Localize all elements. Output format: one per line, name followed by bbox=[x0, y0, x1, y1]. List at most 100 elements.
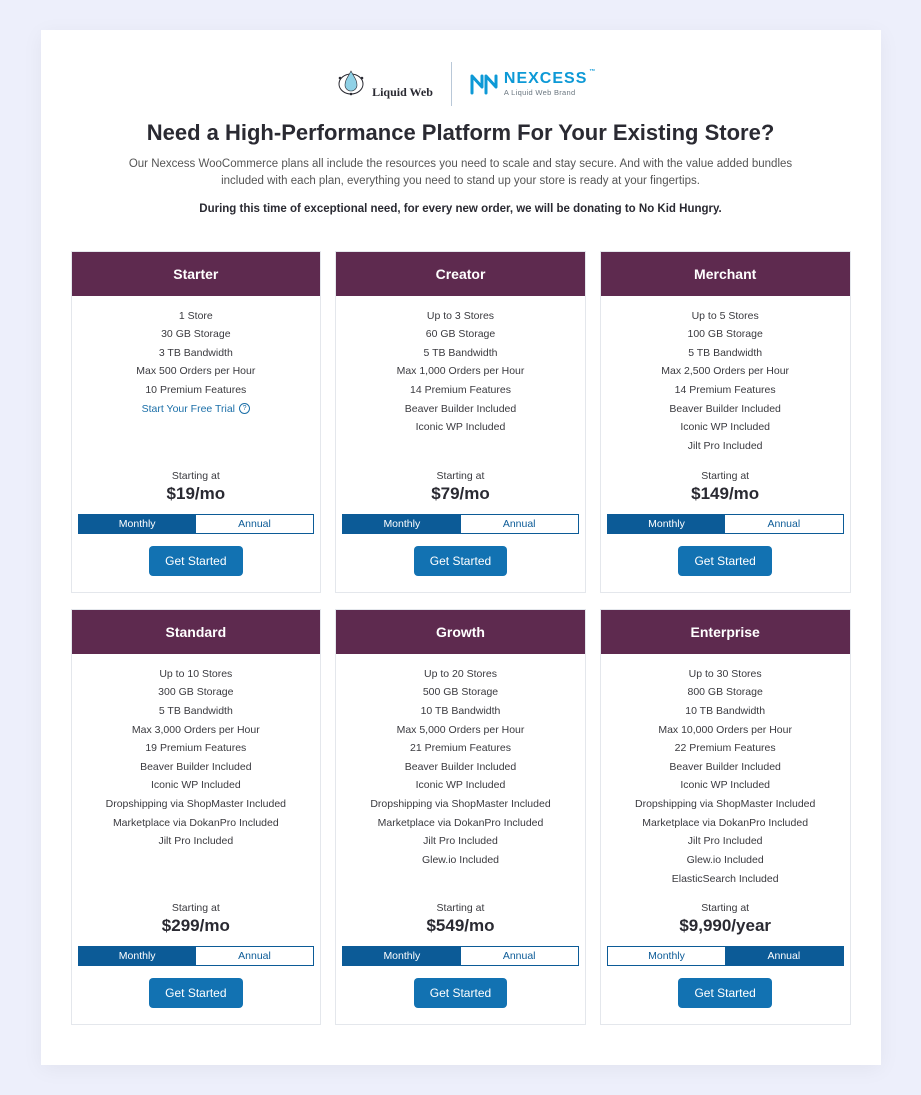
page: Liquid Web NEXCESS™ A Liquid Web Brand N… bbox=[41, 30, 881, 1065]
toggle-monthly[interactable]: Monthly bbox=[608, 515, 725, 533]
feature-item: 5 TB Bandwidth bbox=[78, 705, 315, 719]
feature-item: 22 Premium Features bbox=[607, 742, 844, 756]
toggle-monthly[interactable]: Monthly bbox=[343, 947, 460, 965]
starting-at-label: Starting at bbox=[336, 902, 585, 914]
get-started-button[interactable]: Get Started bbox=[678, 978, 771, 1008]
toggle-annual[interactable]: Annual bbox=[196, 515, 313, 533]
pricing-card: MerchantUp to 5 Stores100 GB Storage5 TB… bbox=[600, 251, 851, 593]
feature-item: Beaver Builder Included bbox=[342, 761, 579, 775]
feature-item: Iconic WP Included bbox=[78, 779, 315, 793]
feature-item: 30 GB Storage bbox=[78, 328, 315, 342]
feature-item: Up to 30 Stores bbox=[607, 668, 844, 682]
billing-toggle: MonthlyAnnual bbox=[607, 514, 844, 534]
feature-list: Up to 20 Stores 500 GB Storage 10 TB Bandw… bbox=[336, 654, 585, 878]
starting-at-label: Starting at bbox=[336, 470, 585, 482]
feature-item: Up to 3 Stores bbox=[342, 310, 579, 324]
price-value: $149/mo bbox=[601, 484, 850, 504]
feature-item: Marketplace via DokanPro Included bbox=[607, 817, 844, 831]
feature-item: 10 Premium Features bbox=[78, 384, 315, 398]
feature-item: Marketplace via DokanPro Included bbox=[78, 817, 315, 831]
price-value: $9,990/year bbox=[601, 916, 850, 936]
pricing-block: Starting at $549/mo bbox=[336, 896, 585, 946]
pricing-card: StandardUp to 10 Stores300 GB Storage5 T… bbox=[71, 609, 322, 1026]
plan-title: Starter bbox=[72, 252, 321, 296]
billing-toggle: MonthlyAnnual bbox=[78, 514, 315, 534]
toggle-annual[interactable]: Annual bbox=[725, 947, 842, 965]
pricing-block: Starting at $79/mo bbox=[336, 464, 585, 514]
billing-toggle: MonthlyAnnual bbox=[342, 514, 579, 534]
toggle-monthly[interactable]: Monthly bbox=[79, 947, 196, 965]
page-subtext: Our Nexcess WooCommerce plans all includ… bbox=[111, 156, 811, 191]
nexcess-text: NEXCESS™ bbox=[504, 71, 587, 87]
pricing-card: EnterpriseUp to 30 Stores800 GB Storage1… bbox=[600, 609, 851, 1026]
feature-item: 14 Premium Features bbox=[342, 384, 579, 398]
feature-item: Iconic WP Included bbox=[607, 421, 844, 435]
nexcess-subtext: A Liquid Web Brand bbox=[504, 89, 587, 97]
pricing-card: Starter 1 Store 30 GB Storage 3 TB Bandwidt… bbox=[71, 251, 322, 593]
toggle-annual[interactable]: Annual bbox=[461, 947, 578, 965]
feature-item: Glew.io Included bbox=[342, 854, 579, 868]
feature-list: Up to 5 Stores100 GB Storage5 TB Bandwid… bbox=[601, 296, 850, 464]
feature-item: 500 GB Storage bbox=[342, 686, 579, 700]
feature-item: Glew.io Included bbox=[607, 854, 844, 868]
feature-item: Up to 10 Stores bbox=[78, 668, 315, 682]
feature-item: Jilt Pro Included bbox=[607, 835, 844, 849]
get-started-button[interactable]: Get Started bbox=[678, 546, 771, 576]
feature-item: Iconic WP Included bbox=[342, 779, 579, 793]
feature-item: Beaver Builder Included bbox=[342, 403, 579, 417]
pricing-card: CreatorUp to 3 Stores60 GB Storage5 TB B… bbox=[335, 251, 586, 593]
feature-item: Max 500 Orders per Hour bbox=[78, 365, 315, 379]
feature-list: Up to 30 Stores800 GB Storage10 TB Bandw… bbox=[601, 654, 850, 897]
feature-item: Marketplace via DokanPro Included bbox=[342, 817, 579, 831]
feature-item: 1 Store bbox=[78, 310, 315, 324]
feature-item: Dropshipping via ShopMaster Included bbox=[78, 798, 315, 812]
feature-item: Max 5,000 Orders per Hour bbox=[342, 724, 579, 738]
starting-at-label: Starting at bbox=[72, 902, 321, 914]
feature-item: Dropshipping via ShopMaster Included bbox=[607, 798, 844, 812]
get-started-button[interactable]: Get Started bbox=[414, 978, 507, 1008]
feature-list: Up to 10 Stores300 GB Storage5 TB Bandwi… bbox=[72, 654, 321, 859]
donation-note: During this time of exceptional need, fo… bbox=[71, 203, 851, 215]
billing-toggle: MonthlyAnnual bbox=[607, 946, 844, 966]
feature-item: Max 3,000 Orders per Hour bbox=[78, 724, 315, 738]
price-value: $79/mo bbox=[336, 484, 585, 504]
feature-item: 10 TB Bandwidth bbox=[607, 705, 844, 719]
price-value: $549/mo bbox=[336, 916, 585, 936]
feature-item: ElasticSearch Included bbox=[607, 873, 844, 887]
toggle-annual[interactable]: Annual bbox=[725, 515, 842, 533]
toggle-annual[interactable]: Annual bbox=[196, 947, 313, 965]
feature-item: Up to 20 Stores bbox=[342, 668, 579, 682]
starting-at-label: Starting at bbox=[601, 902, 850, 914]
plan-title: Standard bbox=[72, 610, 321, 654]
plan-title: Creator bbox=[336, 252, 585, 296]
toggle-monthly[interactable]: Monthly bbox=[343, 515, 460, 533]
feature-item: 10 TB Bandwidth bbox=[342, 705, 579, 719]
feature-item: 60 GB Storage bbox=[342, 328, 579, 342]
feature-item: Beaver Builder Included bbox=[78, 761, 315, 775]
toggle-monthly[interactable]: Monthly bbox=[79, 515, 196, 533]
feature-item: Jilt Pro Included bbox=[607, 440, 844, 454]
plan-title: Enterprise bbox=[601, 610, 850, 654]
feature-item: 3 TB Bandwidth bbox=[78, 347, 315, 361]
feature-item: Iconic WP Included bbox=[342, 421, 579, 435]
feature-item: Dropshipping via ShopMaster Included bbox=[342, 798, 579, 812]
get-started-button[interactable]: Get Started bbox=[149, 546, 242, 576]
feature-item: 19 Premium Features bbox=[78, 742, 315, 756]
logo-bar: Liquid Web NEXCESS™ A Liquid Web Brand bbox=[71, 62, 851, 106]
liquidweb-text: Liquid Web bbox=[372, 85, 433, 100]
pricing-block: Starting at$299/mo bbox=[72, 896, 321, 946]
feature-item: Jilt Pro Included bbox=[342, 835, 579, 849]
page-headline: Need a High-Performance Platform For You… bbox=[71, 120, 851, 146]
start-trial-link[interactable]: Start Your Free Trial? bbox=[78, 403, 315, 415]
droplet-icon bbox=[334, 68, 368, 96]
nexcess-logo: NEXCESS™ A Liquid Web Brand bbox=[470, 71, 587, 97]
pricing-block: Starting at $9,990/year bbox=[601, 896, 850, 946]
toggle-monthly[interactable]: Monthly bbox=[608, 947, 725, 965]
feature-item: 14 Premium Features bbox=[607, 384, 844, 398]
feature-item: Beaver Builder Included bbox=[607, 761, 844, 775]
plan-title: Merchant bbox=[601, 252, 850, 296]
get-started-button[interactable]: Get Started bbox=[414, 546, 507, 576]
feature-item: Max 1,000 Orders per Hour bbox=[342, 365, 579, 379]
get-started-button[interactable]: Get Started bbox=[149, 978, 242, 1008]
toggle-annual[interactable]: Annual bbox=[461, 515, 578, 533]
